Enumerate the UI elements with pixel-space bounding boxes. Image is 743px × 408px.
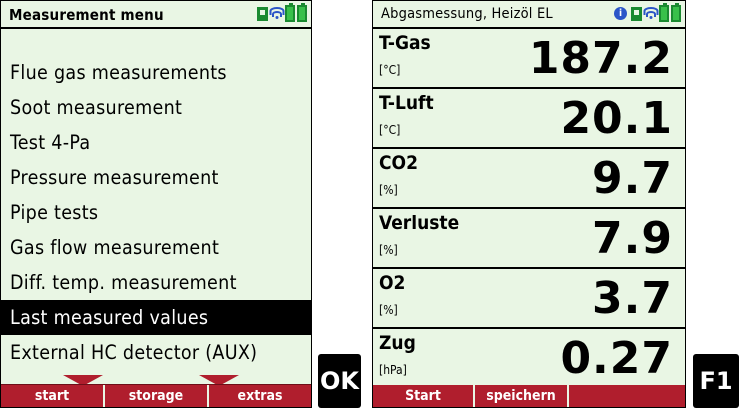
memory-chip-icon xyxy=(631,6,642,21)
value-reading: 20.1 xyxy=(560,93,673,144)
value-label: T-Gas xyxy=(379,32,431,54)
value-reading: 0.27 xyxy=(560,333,673,384)
value-reading: 7.9 xyxy=(592,213,673,264)
battery-icon xyxy=(297,3,307,22)
screen-title: Measurement menu xyxy=(9,6,164,24)
softkey-bar: start storage extras xyxy=(1,384,311,407)
value-row-t-gas: T-Gas [°C] 187.2 xyxy=(373,29,685,89)
info-icon: i xyxy=(614,7,627,20)
value-reading: 187.2 xyxy=(528,33,673,84)
title-bar: Abgasmessung, Heizöl EL i xyxy=(373,1,685,29)
value-row-zug: Zug [hPa] 0.27 xyxy=(373,329,685,389)
menu-item-pressure[interactable]: Pressure measurement xyxy=(1,160,311,195)
value-row-verluste: Verluste [%] 7.9 xyxy=(373,209,685,269)
value-row-o2: O2 [%] 3.7 xyxy=(373,269,685,329)
battery-icon xyxy=(659,3,669,22)
menu-item-test-4pa[interactable]: Test 4-Pa xyxy=(1,125,311,160)
battery-icon xyxy=(671,3,681,22)
softkey-bar: Start speichern xyxy=(373,385,685,407)
menu-item-flue-gas[interactable]: Flue gas measurements xyxy=(1,55,311,90)
menu-item-external-hc[interactable]: External HC detector (AUX) xyxy=(1,335,311,370)
measurement-values: T-Gas [°C] 187.2 T-Luft [°C] 20.1 CO2 [%… xyxy=(373,29,685,389)
menu-item-soot[interactable]: Soot measurement xyxy=(1,90,311,125)
status-icons xyxy=(257,3,307,22)
measurement-menu-screen: Measurement menu Flue gas measurements S… xyxy=(0,0,312,408)
value-unit: [°C] xyxy=(379,63,401,77)
screen-title: Abgasmessung, Heizöl EL xyxy=(381,6,553,22)
flue-gas-measurement-screen: Abgasmessung, Heizöl EL i T-Gas [°C] 187… xyxy=(372,0,686,408)
softkey-start[interactable]: start xyxy=(1,385,105,407)
value-reading: 9.7 xyxy=(592,153,673,204)
wireless-icon xyxy=(643,6,658,21)
value-label: Zug xyxy=(379,332,416,354)
value-unit: [%] xyxy=(379,243,398,257)
wireless-icon xyxy=(269,6,284,21)
softkey-save[interactable]: speichern xyxy=(475,385,569,407)
title-bar: Measurement menu xyxy=(1,1,311,29)
value-unit: [°C] xyxy=(379,123,401,137)
battery-icon xyxy=(285,3,295,22)
value-unit: [%] xyxy=(379,183,398,197)
menu-item-diff-temp[interactable]: Diff. temp. measurement xyxy=(1,265,311,300)
value-unit: [hPa] xyxy=(379,363,407,377)
menu-item-last-values[interactable]: Last measured values xyxy=(1,300,311,335)
f1-key[interactable]: F1 xyxy=(693,354,739,408)
softkey-storage[interactable]: storage xyxy=(105,385,209,407)
ok-key[interactable]: OK xyxy=(318,354,361,408)
softkey-start[interactable]: Start xyxy=(373,385,475,407)
value-label: Verluste xyxy=(379,212,460,234)
menu-item-pipe-tests[interactable]: Pipe tests xyxy=(1,195,311,230)
value-label: O2 xyxy=(379,272,406,294)
value-unit: [%] xyxy=(379,303,398,317)
value-row-co2: CO2 [%] 9.7 xyxy=(373,149,685,209)
value-label: CO2 xyxy=(379,152,418,174)
value-label: T-Luft xyxy=(379,92,434,114)
softkey-empty[interactable] xyxy=(569,385,685,407)
memory-chip-icon xyxy=(257,6,268,21)
measurement-menu-list: Flue gas measurements Soot measurement T… xyxy=(1,55,311,370)
value-row-t-luft: T-Luft [°C] 20.1 xyxy=(373,89,685,149)
status-icons: i xyxy=(614,3,681,22)
menu-item-gas-flow[interactable]: Gas flow measurement xyxy=(1,230,311,265)
value-reading: 3.7 xyxy=(592,273,673,324)
softkey-extras[interactable]: extras xyxy=(209,385,311,407)
